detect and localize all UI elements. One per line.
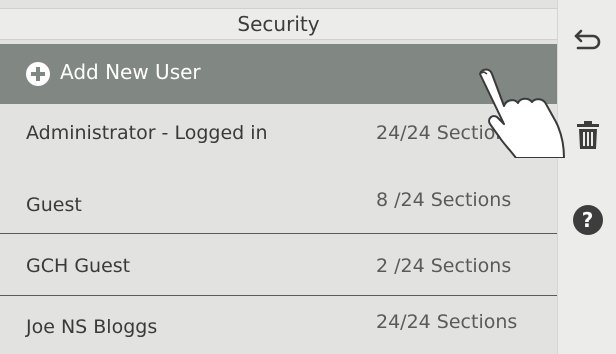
user-row-gch-guest[interactable]: GCH Guest 2 /24 Sections	[0, 233, 557, 292]
user-sections: 2 /24 Sections	[376, 255, 512, 277]
delete-button[interactable]	[558, 110, 616, 160]
add-new-user-button[interactable]: Add New User	[0, 44, 557, 104]
user-row-administrator[interactable]: Administrator - Logged in 24/24 Sections	[0, 104, 557, 163]
user-name: GCH Guest	[26, 255, 131, 277]
user-name: Administrator - Logged in	[26, 122, 268, 144]
sidebar: ?	[557, 0, 616, 354]
back-button[interactable]	[558, 15, 616, 65]
add-new-user-label: Add New User	[60, 60, 201, 84]
plus-circle-icon	[26, 62, 50, 86]
help-button[interactable]: ?	[558, 195, 616, 245]
user-sections: 24/24 Sections	[376, 122, 518, 144]
user-sections: 24/24 Sections	[376, 311, 518, 333]
back-arrow-icon	[574, 29, 600, 50]
user-sections: 8 /24 Sections	[376, 189, 512, 211]
user-row-joe-ns-bloggs[interactable]: Joe NS Bloggs 24/24 Sections	[0, 295, 557, 354]
page-title: Security	[0, 8, 557, 40]
main-panel: Security Add New User Administrator - Lo…	[0, 0, 557, 354]
trash-icon	[576, 121, 599, 149]
user-name: Guest	[26, 194, 82, 216]
user-name: Joe NS Bloggs	[26, 316, 158, 338]
user-row-guest[interactable]: Guest 8 /24 Sections	[0, 174, 557, 233]
help-icon: ?	[572, 205, 603, 235]
